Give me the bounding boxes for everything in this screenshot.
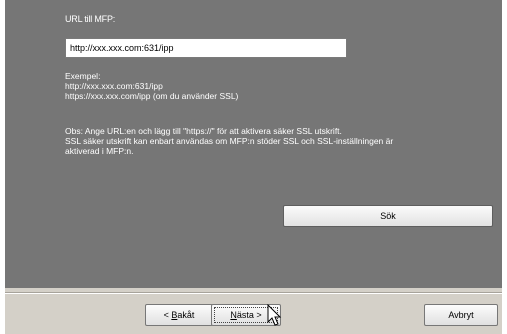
mouse-pointer-icon — [267, 304, 282, 326]
url-label: URL till MFP: — [65, 14, 116, 24]
example-http: http://xxx.xxx.com:631/ipp — [65, 81, 163, 91]
url-input[interactable]: http://xxx.xxx.com:631/ipp — [65, 38, 347, 58]
back-button[interactable]: < Bakåt — [145, 304, 213, 326]
note-line-1: Obs: Ange URL:en och lägg till "https://… — [65, 126, 342, 136]
example-heading: Exempel: — [65, 71, 101, 81]
note-line-2: SSL säker utskrift kan enbart användas o… — [65, 136, 394, 146]
divider — [5, 292, 502, 294]
example-block: Exempel: http://xxx.xxx.com:631/ipp http… — [65, 71, 495, 101]
back-rest: akåt — [177, 310, 195, 320]
note-line-3: aktiverad i MFP:n. — [65, 146, 134, 156]
cancel-button[interactable]: Avbryt — [424, 304, 498, 326]
content-panel: URL till MFP: http://xxx.xxx.com:631/ipp… — [5, 0, 502, 288]
next-rest: ästa > — [236, 310, 262, 320]
installer-dialog: URL till MFP: http://xxx.xxx.com:631/ipp… — [5, 0, 502, 334]
search-button[interactable]: Sök — [283, 205, 493, 227]
note-block: Obs: Ange URL:en och lägg till "https://… — [65, 126, 485, 156]
example-https: https://xxx.xxx.com/ipp (om du använder … — [65, 91, 239, 101]
